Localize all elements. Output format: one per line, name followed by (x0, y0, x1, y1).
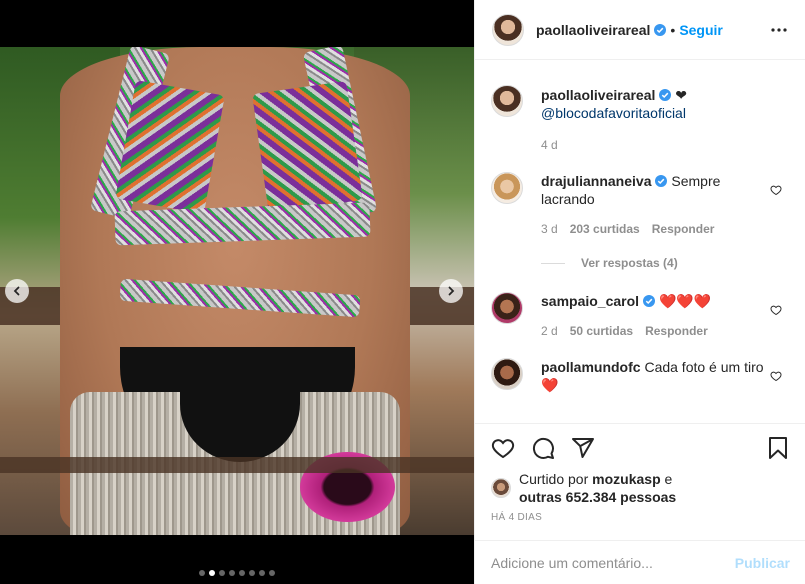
likes-count-link[interactable]: outras 652.384 pessoas (519, 489, 676, 505)
comment-time[interactable]: 2 d (541, 322, 558, 340)
comment-item: drajuliannaneiva Sempre lacrando 3 d 203… (491, 172, 790, 238)
carousel-prev-button[interactable] (5, 279, 29, 303)
comment-item: paollamundofc Cada foto é um tiro ❤️ (491, 358, 790, 394)
verified-icon (655, 175, 668, 187)
carousel-dot (259, 570, 265, 576)
caption-avatar[interactable] (491, 85, 523, 117)
comment-item: sampaio_carol ❤️❤️❤️ 2 d 50 curtidas Res… (491, 292, 790, 340)
verified-icon (654, 23, 667, 36)
reply-button[interactable]: Responder (645, 322, 708, 340)
comment-time[interactable]: 3 d (541, 220, 558, 238)
view-replies-label: Ver respostas (4) (581, 256, 678, 270)
verified-icon (659, 89, 672, 101)
heart-icon[interactable] (770, 184, 782, 196)
caption-username[interactable]: paollaoliveirareal (541, 87, 655, 103)
carousel-dot (199, 570, 205, 576)
post-timestamp[interactable]: HÁ 4 DIAS (475, 512, 805, 523)
likes-mid: e (664, 471, 673, 487)
likes-prefix: Curtido por (519, 471, 589, 487)
post-media (0, 0, 474, 584)
comment-icon[interactable] (531, 436, 555, 460)
post-sidebar: paollaoliveirareal • Seguir paollaolivei… (474, 0, 805, 584)
commenter-username[interactable]: drajuliannaneiva (541, 173, 651, 189)
add-comment-bar: Publicar (475, 540, 805, 584)
comment-likes[interactable]: 203 curtidas (570, 220, 640, 238)
heart-icon[interactable] (491, 436, 515, 460)
carousel-indicator (0, 570, 474, 576)
caption: paollaoliveirareal ❤ @blocodafavoritaofi… (491, 85, 790, 154)
chevron-left-icon (13, 286, 20, 296)
reply-button[interactable]: Responder (652, 220, 715, 238)
liker-username[interactable]: mozukasp (592, 471, 660, 487)
post-header: paollaoliveirareal • Seguir (475, 0, 805, 60)
action-bar (475, 424, 805, 472)
chevron-right-icon (448, 286, 455, 296)
likes-summary: Curtido por mozukasp e outras 652.384 pe… (475, 470, 805, 506)
comment-text: ❤️❤️❤️ (658, 293, 712, 309)
verified-icon (643, 295, 656, 307)
author-avatar[interactable] (492, 13, 524, 46)
carousel-dot (229, 570, 235, 576)
commenter-username[interactable]: paollamundofc (541, 359, 641, 375)
more-icon (771, 27, 787, 32)
carousel-dot (269, 570, 275, 576)
caption-mention-link[interactable]: @blocodafavoritaoficial (541, 105, 686, 121)
comment-likes[interactable]: 50 curtidas (570, 322, 633, 340)
caption-time[interactable]: 4 d (541, 136, 558, 154)
comment-input[interactable] (491, 554, 735, 571)
replies-divider (541, 262, 565, 264)
heart-icon[interactable] (770, 304, 782, 316)
commenter-username[interactable]: sampaio_carol (541, 293, 639, 309)
carousel-next-button[interactable] (439, 279, 463, 303)
commenter-avatar[interactable] (491, 172, 523, 204)
heart-icon[interactable] (770, 370, 782, 382)
view-replies-button[interactable]: Ver respostas (4) (541, 256, 790, 270)
post-photo[interactable] (0, 47, 474, 535)
carousel-dot (239, 570, 245, 576)
share-icon[interactable] (571, 436, 595, 460)
more-options-button[interactable] (767, 18, 791, 42)
follow-button[interactable]: Seguir (679, 22, 723, 38)
post-actions-section: Curtido por mozukasp e outras 652.384 pe… (475, 423, 805, 523)
author-username[interactable]: paollaoliveirareal (536, 22, 650, 38)
publish-button[interactable]: Publicar (735, 555, 790, 571)
carousel-dot (249, 570, 255, 576)
commenter-avatar[interactable] (491, 292, 523, 324)
bookmark-icon[interactable] (766, 436, 790, 460)
carousel-dot (209, 570, 215, 576)
caption-text: ❤ (675, 87, 688, 103)
liker-avatar[interactable] (491, 478, 511, 498)
header-separator: • (670, 21, 676, 38)
commenter-avatar[interactable] (491, 358, 523, 390)
comments-list[interactable]: paollaoliveirareal ❤ @blocodafavoritaofi… (475, 61, 805, 423)
carousel-dot (219, 570, 225, 576)
